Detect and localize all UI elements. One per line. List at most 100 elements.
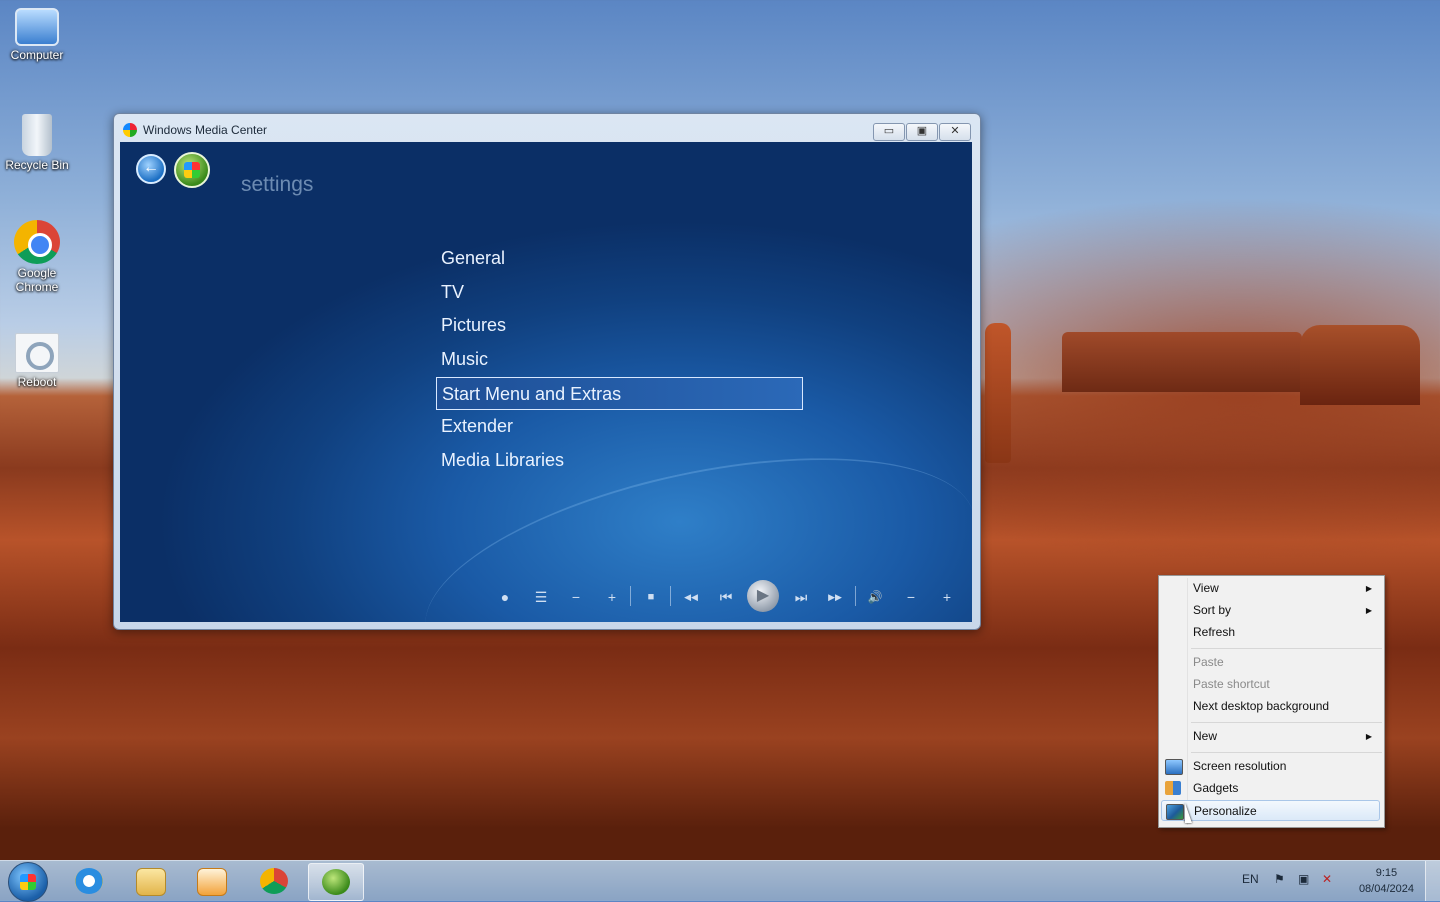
close-button[interactable]: ✕ <box>939 123 971 141</box>
taskbar-google-chrome[interactable] <box>247 863 301 899</box>
system-clock[interactable]: 9:15 08/04/2024 <box>1359 865 1414 897</box>
desktop-icon-label: Computer <box>10 48 64 62</box>
minimize-button[interactable]: ▭ <box>873 123 905 141</box>
monitor-icon <box>1165 759 1183 775</box>
taskbar-windows-media-player[interactable] <box>184 863 238 899</box>
previous-button[interactable]: ⏮ <box>715 588 737 606</box>
context-item-sort-by[interactable]: Sort by ▶ <box>1161 600 1380 621</box>
media-center-icon <box>123 123 137 137</box>
back-button[interactable]: ← <box>136 154 166 184</box>
taskbar-internet-explorer[interactable] <box>62 863 116 899</box>
chrome-icon <box>260 868 288 894</box>
next-button[interactable]: ⏭ <box>790 588 812 606</box>
transport-controls: ● ☰ − + ■ ◀◀ ⏮ ▶ ⏭ ▶▶ 🔊 − + <box>490 580 960 614</box>
separator <box>630 586 631 606</box>
submenu-arrow-icon: ▶ <box>1365 584 1372 593</box>
context-item-label: Paste <box>1193 655 1224 669</box>
menu-item-music[interactable]: Music <box>436 343 816 377</box>
context-item-label: Screen resolution <box>1193 759 1287 773</box>
context-item-label: View <box>1193 581 1219 595</box>
play-button[interactable]: ▶ <box>747 580 779 612</box>
media-player-icon <box>197 868 227 896</box>
menu-separator <box>1191 752 1382 753</box>
start-button[interactable] <box>8 862 48 902</box>
home-button[interactable] <box>174 152 210 188</box>
submenu-arrow-icon: ▶ <box>1365 732 1372 741</box>
taskbar-windows-explorer[interactable] <box>123 863 177 899</box>
mute-button[interactable]: 🔊 <box>864 588 886 606</box>
desktop-icon-label: Google Chrome <box>15 266 59 294</box>
gadgets-icon <box>1165 781 1181 795</box>
context-item-new[interactable]: New ▶ <box>1161 726 1380 747</box>
context-item-gadgets[interactable]: Gadgets <box>1161 778 1380 799</box>
media-center-icon <box>322 869 350 895</box>
context-item-label: Next desktop background <box>1193 699 1330 713</box>
mouse-cursor-icon <box>1185 803 1199 823</box>
menu-item-start-menu-and-extras[interactable]: Start Menu and Extras <box>436 376 803 411</box>
chrome-icon <box>14 220 60 264</box>
channel-down-button[interactable]: − <box>565 588 587 606</box>
separator <box>670 586 671 606</box>
media-center-content: ← settings General TV Pictures Music Sta… <box>120 142 972 622</box>
desktop-icon-recycle-bin[interactable]: Recycle Bin <box>4 114 70 172</box>
stop-button[interactable]: ■ <box>640 588 662 606</box>
channel-up-button[interactable]: + <box>601 588 623 606</box>
fast-forward-button[interactable]: ▶▶ <box>822 588 848 606</box>
butte-rock <box>1300 325 1420 405</box>
media-center-window[interactable]: Windows Media Center ▭ ▣ ✕ ← settings Ge… <box>113 113 981 630</box>
language-indicator[interactable]: EN <box>1242 872 1259 886</box>
rock-spire <box>985 323 1011 463</box>
context-item-label: Refresh <box>1193 625 1236 639</box>
menu-item-media-libraries[interactable]: Media Libraries <box>436 444 816 478</box>
clock-date: 08/04/2024 <box>1358 883 1414 895</box>
desktop-icon-google-chrome[interactable]: Google Chrome <box>4 220 70 294</box>
personalize-icon <box>1166 804 1184 820</box>
menu-item-extender[interactable]: Extender <box>436 410 816 444</box>
internet-explorer-icon <box>75 868 103 894</box>
desktop-icon-computer[interactable]: Computer <box>4 8 70 62</box>
show-desktop-button[interactable] <box>1425 861 1440 901</box>
volume-up-button[interactable]: + <box>936 588 958 606</box>
menu-item-pictures[interactable]: Pictures <box>436 309 816 343</box>
menu-separator <box>1191 648 1382 649</box>
reboot-icon <box>15 333 59 373</box>
taskbar-windows-media-center[interactable] <box>308 863 364 901</box>
settings-menu: General TV Pictures Music Start Menu and… <box>436 242 816 478</box>
clock-time: 9:15 <box>1375 867 1398 879</box>
context-item-paste-shortcut: Paste shortcut <box>1161 674 1380 695</box>
context-item-label: Gadgets <box>1193 781 1239 795</box>
menu-separator <box>1191 722 1382 723</box>
context-item-screen-resolution[interactable]: Screen resolution <box>1161 756 1380 777</box>
desktop-context-menu: View ▶ Sort by ▶ Refresh Paste Paste short… <box>1158 575 1385 828</box>
rewind-button[interactable]: ◀◀ <box>678 588 704 606</box>
record-button[interactable]: ● <box>494 588 516 606</box>
desktop-icon-label: Recycle Bin <box>5 158 69 172</box>
windows-logo-icon <box>184 162 200 178</box>
menu-item-tv[interactable]: TV <box>436 276 816 310</box>
context-item-label: New <box>1193 729 1218 743</box>
submenu-arrow-icon: ▶ <box>1365 606 1372 615</box>
context-item-next-desktop-background[interactable]: Next desktop background <box>1161 696 1380 717</box>
folder-icon <box>136 868 166 896</box>
guide-button[interactable]: ☰ <box>530 588 552 606</box>
menu-item-general[interactable]: General <box>436 242 816 276</box>
context-item-refresh[interactable]: Refresh <box>1161 622 1380 643</box>
context-item-label: Paste shortcut <box>1193 677 1270 691</box>
windows-logo-icon <box>20 874 36 890</box>
title-bar[interactable]: Windows Media Center ▭ ▣ ✕ <box>114 114 980 142</box>
context-item-view[interactable]: View ▶ <box>1161 578 1380 599</box>
mesa-rock <box>1062 332 1302 392</box>
context-item-label: Personalize <box>1194 804 1257 818</box>
context-item-label: Sort by <box>1193 603 1232 617</box>
recycle-bin-icon <box>22 114 52 156</box>
volume-down-button[interactable]: − <box>900 588 922 606</box>
desktop-icon-reboot[interactable]: Reboot <box>4 333 70 389</box>
computer-icon <box>15 8 59 46</box>
taskbar: EN ⚑ ▣ ✕ 9:15 08/04/2024 <box>0 860 1440 902</box>
back-arrow-icon: ← <box>143 159 159 176</box>
volume-muted-icon[interactable]: ✕ <box>1322 872 1332 886</box>
action-center-flag-icon[interactable]: ⚑ <box>1274 872 1285 886</box>
network-icon[interactable]: ▣ <box>1298 872 1309 886</box>
context-item-paste: Paste <box>1161 652 1380 673</box>
maximize-button[interactable]: ▣ <box>906 123 938 141</box>
